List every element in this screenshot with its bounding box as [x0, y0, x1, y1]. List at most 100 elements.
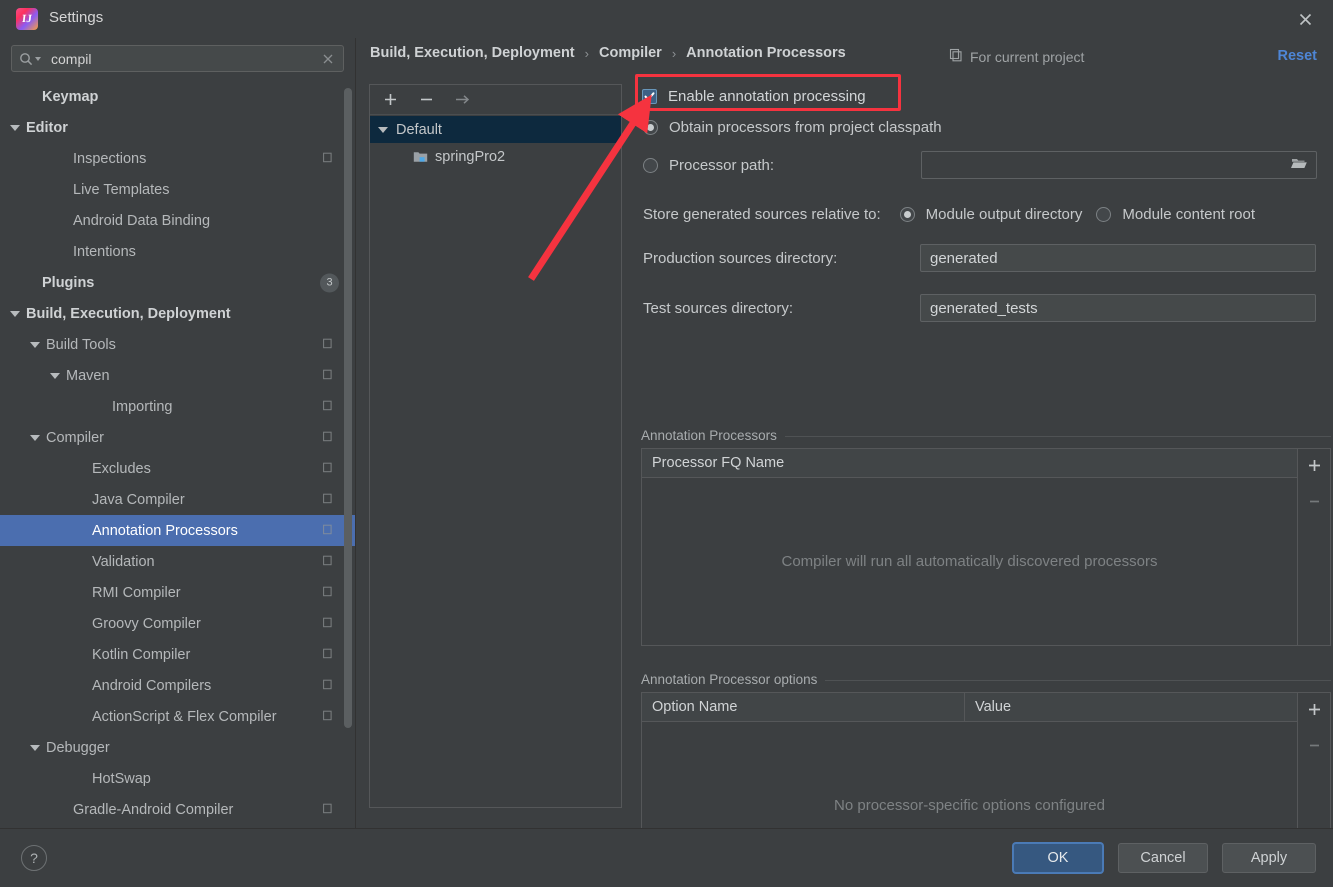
profile-row-default[interactable]: Default	[370, 116, 621, 143]
sidebar-scrollbar-thumb[interactable]	[344, 88, 352, 728]
apply-button[interactable]: Apply	[1222, 843, 1316, 873]
project-scope-icon	[320, 367, 333, 385]
sidebar-item-gradle-android-compiler[interactable]: Gradle-Android Compiler	[0, 794, 355, 825]
sidebar-item-kotlin-compiler[interactable]: Kotlin Compiler	[0, 639, 355, 670]
sidebar-item-label: Gradle-Android Compiler	[73, 801, 234, 818]
sidebar-item-label: HotSwap	[92, 770, 151, 787]
remove-profile-button[interactable]	[416, 90, 436, 110]
sidebar-item-android-data-binding[interactable]: Android Data Binding	[0, 205, 355, 236]
project-scope-icon	[320, 677, 333, 695]
project-scope-icon	[320, 398, 333, 416]
sidebar-item-label: Build, Execution, Deployment	[26, 305, 231, 322]
chevron-down-icon[interactable]	[50, 372, 60, 379]
search-dropdown-caret-icon[interactable]	[35, 56, 41, 61]
dialog-footer: ? OK Cancel Apply	[0, 828, 1333, 887]
column-header-value[interactable]: Value	[964, 693, 1297, 721]
sidebar-item-keymap[interactable]: Keymap	[0, 81, 355, 112]
ok-button[interactable]: OK	[1013, 843, 1103, 873]
sidebar-item-excludes[interactable]: Excludes	[0, 453, 355, 484]
sidebar-item-inspections[interactable]: Inspections	[0, 143, 355, 174]
sidebar-item-importing[interactable]: Importing	[0, 391, 355, 422]
chevron-down-icon[interactable]	[30, 341, 40, 348]
breadcrumb-item[interactable]: Build, Execution, Deployment	[370, 45, 575, 61]
production-sources-row: Production sources directory: generated	[643, 244, 1316, 272]
sidebar-item-live-templates[interactable]: Live Templates	[0, 174, 355, 205]
add-profile-button[interactable]	[380, 90, 400, 110]
column-header-option-name[interactable]: Option Name	[642, 693, 964, 721]
sidebar-item-debugger[interactable]: Debugger	[0, 732, 355, 763]
sidebar-item-rmi-compiler[interactable]: RMI Compiler	[0, 577, 355, 608]
sidebar-item-intentions[interactable]: Intentions	[0, 236, 355, 267]
sidebar-item-plugins[interactable]: Plugins 3	[0, 267, 355, 298]
module-output-directory-radio[interactable]	[899, 207, 915, 222]
sidebar-item-actionscript-flex-compiler[interactable]: ActionScript & Flex Compiler	[0, 701, 355, 732]
clear-icon[interactable]	[322, 53, 334, 65]
column-header-processor-fq-name[interactable]: Processor FQ Name	[642, 449, 1297, 477]
remove-processor-button[interactable]	[1303, 490, 1325, 512]
obtain-processors-radio[interactable]	[643, 120, 658, 135]
move-profile-button[interactable]	[452, 90, 472, 110]
sidebar-item-java-compiler[interactable]: Java Compiler	[0, 484, 355, 515]
annotation-processor-options-group-title: Annotation Processor options	[641, 672, 826, 687]
chevron-down-icon[interactable]	[30, 744, 40, 751]
production-sources-input[interactable]: generated	[920, 244, 1316, 272]
remove-option-button[interactable]	[1303, 734, 1325, 756]
processor-path-radio[interactable]	[643, 158, 658, 173]
test-sources-input[interactable]: generated_tests	[920, 294, 1316, 322]
sidebar-item-label: Live Templates	[73, 181, 170, 198]
folder-browse-icon[interactable]	[1291, 156, 1308, 174]
module-content-root-radio[interactable]	[1096, 207, 1112, 222]
sidebar-item-hotswap[interactable]: HotSwap	[0, 763, 355, 794]
project-scope-icon	[320, 150, 333, 168]
sidebar-item-build-execution-deployment[interactable]: Build, Execution, Deployment	[0, 298, 355, 329]
add-option-button[interactable]	[1303, 698, 1325, 720]
chevron-down-icon[interactable]	[30, 434, 40, 441]
sidebar-item-groovy-compiler[interactable]: Groovy Compiler	[0, 608, 355, 639]
add-processor-button[interactable]	[1303, 454, 1325, 476]
project-scope-icon	[949, 48, 963, 65]
project-scope-icon	[320, 553, 333, 571]
settings-dialog: IJ Settings compil Keymap Editor Inspect…	[0, 0, 1333, 887]
sidebar-item-label: ActionScript & Flex Compiler	[92, 708, 277, 725]
cancel-button[interactable]: Cancel	[1118, 843, 1208, 873]
production-sources-label: Production sources directory:	[643, 249, 838, 267]
breadcrumb-item[interactable]: Compiler	[599, 45, 662, 61]
project-scope-icon	[320, 429, 333, 447]
sidebar-item-maven[interactable]: Maven	[0, 360, 355, 391]
obtain-processors-radio-row[interactable]: Obtain processors from project classpath	[643, 119, 942, 136]
breadcrumb-separator: ›	[584, 45, 589, 61]
sidebar-item-label: Android Data Binding	[73, 212, 211, 229]
sidebar-scrollbar[interactable]	[343, 88, 352, 778]
sidebar-item-validation[interactable]: Validation	[0, 546, 355, 577]
processor-path-radio-row[interactable]: Processor path:	[643, 157, 774, 174]
annotation-processors-group-title: Annotation Processors	[641, 428, 785, 443]
sidebar-item-annotation-processors[interactable]: Annotation Processors	[0, 515, 355, 546]
help-button[interactable]: ?	[21, 845, 47, 871]
chevron-down-icon[interactable]	[378, 126, 388, 133]
module-folder-icon	[413, 150, 428, 163]
sidebar-item-build-tools[interactable]: Build Tools	[0, 329, 355, 360]
chevron-down-icon[interactable]	[10, 310, 20, 317]
processors-table-actions	[1297, 449, 1330, 645]
processor-path-input[interactable]	[921, 151, 1317, 179]
enable-annotation-processing-checkbox[interactable]	[642, 88, 657, 104]
sidebar-item-compiler[interactable]: Compiler	[0, 422, 355, 453]
chevron-down-icon[interactable]	[10, 124, 20, 131]
module-output-directory-option[interactable]: Module output directory	[899, 206, 1082, 223]
project-scope-icon	[320, 522, 333, 540]
module-content-root-option[interactable]: Module content root	[1096, 206, 1255, 223]
reset-link[interactable]: Reset	[1278, 48, 1318, 64]
sidebar-item-android-compilers[interactable]: Android Compilers	[0, 670, 355, 701]
search-input[interactable]: compil	[11, 45, 344, 72]
enable-annotation-processing-row[interactable]: Enable annotation processing	[642, 82, 866, 110]
module-content-root-label: Module content root	[1122, 206, 1255, 223]
breadcrumb-item[interactable]: Annotation Processors	[686, 45, 846, 61]
obtain-processors-label: Obtain processors from project classpath	[669, 119, 942, 136]
close-icon[interactable]	[1293, 7, 1317, 31]
settings-tree[interactable]: Keymap Editor Inspections Live Templates And…	[0, 81, 355, 828]
processors-table-body[interactable]: Compiler will run all automatically disc…	[642, 478, 1297, 645]
sidebar-item-label: RMI Compiler	[92, 584, 181, 601]
sidebar-item-editor[interactable]: Editor	[0, 112, 355, 143]
profile-module-row[interactable]: springPro2	[370, 143, 621, 170]
options-table-header: Option Name Value	[642, 693, 1297, 722]
